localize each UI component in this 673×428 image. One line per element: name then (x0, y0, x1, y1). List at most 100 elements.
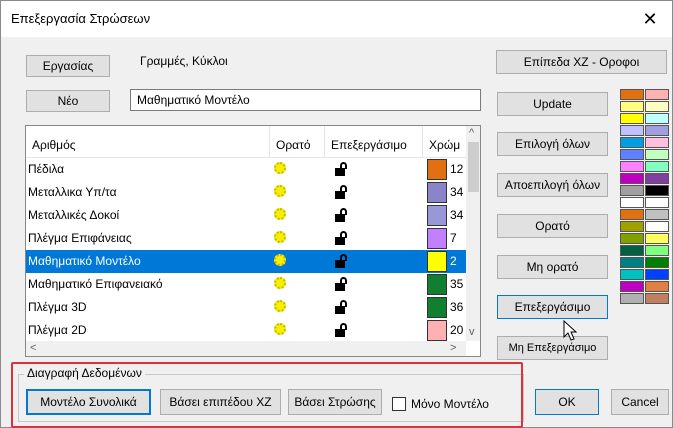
layer-color-swatch[interactable] (427, 297, 447, 318)
unlocked-padlock-icon[interactable] (335, 300, 347, 314)
table-row[interactable]: Πλέγμα Επιφάνειας 7 (26, 227, 466, 250)
visible-sun-icon[interactable] (274, 231, 286, 243)
palette-color-cell[interactable] (620, 89, 644, 100)
new-button[interactable]: Νέο (26, 90, 110, 112)
update-button[interactable]: Update (497, 92, 608, 116)
work-button[interactable]: Εργασίας (26, 55, 110, 77)
palette-color-cell[interactable] (620, 125, 644, 136)
palette-color-cell[interactable] (620, 137, 644, 148)
palette-color-cell[interactable] (620, 185, 644, 196)
palette-color-cell[interactable] (645, 149, 669, 160)
unlocked-padlock-icon[interactable] (335, 231, 347, 245)
column-header-editable[interactable]: Επεξεργάσιμο (325, 126, 423, 158)
table-row[interactable]: Μαθηματικό Επιφανειακό 35 (26, 273, 466, 296)
visible-sun-icon[interactable] (274, 162, 286, 174)
palette-color-cell[interactable] (620, 269, 644, 280)
cancel-button[interactable]: Cancel (611, 389, 669, 415)
palette-color-cell[interactable] (620, 197, 644, 208)
palette-color-cell[interactable] (645, 89, 669, 100)
table-row[interactable]: Μεταλλικα Υπ/τα 34 (26, 181, 466, 204)
not-editable-button[interactable]: Μη Επεξεργάσιμο (497, 336, 608, 360)
unlocked-padlock-icon[interactable] (335, 185, 347, 199)
layer-color-swatch[interactable] (427, 228, 447, 249)
palette-color-cell[interactable] (645, 137, 669, 148)
table-row[interactable]: Μεταλλικές Δοκοί 34 (26, 204, 466, 227)
visible-sun-icon[interactable] (274, 208, 286, 220)
horizontal-scrollbar[interactable]: < > (26, 341, 466, 356)
palette-color-cell[interactable] (645, 209, 669, 220)
palette-color-cell[interactable] (645, 257, 669, 268)
layer-color-swatch[interactable] (427, 251, 447, 272)
visible-sun-icon[interactable] (274, 254, 286, 266)
table-row[interactable]: Πλέγμα 2D 20 (26, 319, 466, 342)
scroll-right-icon[interactable]: > (450, 341, 456, 356)
table-row[interactable]: Μαθηματικό Μοντέλο 2 (26, 250, 466, 273)
palette-color-cell[interactable] (620, 233, 644, 244)
palette-color-cell[interactable] (620, 101, 644, 112)
table-row[interactable]: Πλέγμα 3D 36 (26, 296, 466, 319)
visible-sun-icon[interactable] (274, 300, 286, 312)
layer-name: Μεταλλικα Υπ/τα (28, 185, 117, 199)
palette-color-cell[interactable] (645, 221, 669, 232)
select-all-button[interactable]: Επιλογή όλων (497, 132, 608, 156)
layer-name: Πέδιλα (28, 162, 65, 176)
palette-color-cell[interactable] (645, 185, 669, 196)
layer-color-swatch[interactable] (427, 182, 447, 203)
scroll-down-icon[interactable]: v (469, 325, 475, 340)
color-palette[interactable] (620, 89, 672, 347)
xz-levels-button[interactable]: Επίπεδα ΧΖ - Οροφοι (496, 50, 667, 74)
palette-color-cell[interactable] (620, 221, 644, 232)
vertical-scroll-thumb[interactable] (468, 142, 479, 192)
visible-sun-icon[interactable] (274, 323, 286, 335)
deselect-all-button[interactable]: Αποεπιλογή όλων (497, 173, 608, 197)
layer-color-number: 20 (450, 323, 464, 337)
palette-color-cell[interactable] (645, 269, 669, 280)
close-icon[interactable]: ✕ (628, 1, 672, 37)
column-header-number[interactable]: Αριθμός (26, 126, 270, 158)
palette-color-cell[interactable] (645, 101, 669, 112)
editable-button[interactable]: Επεξεργάσιμο (497, 295, 608, 319)
layer-name-input[interactable]: Μαθηματικό Μοντέλο (130, 89, 481, 111)
palette-color-cell[interactable] (620, 209, 644, 220)
ok-button[interactable]: OK (535, 389, 599, 415)
palette-color-cell[interactable] (620, 173, 644, 184)
unlocked-padlock-icon[interactable] (335, 162, 347, 176)
palette-color-cell[interactable] (620, 281, 644, 292)
layer-color-swatch[interactable] (427, 205, 447, 226)
scroll-left-icon[interactable]: < (30, 341, 36, 356)
palette-color-cell[interactable] (645, 173, 669, 184)
palette-color-cell[interactable] (645, 161, 669, 172)
palette-color-cell[interactable] (645, 113, 669, 124)
layer-list[interactable]: Αριθμός Ορατό Επεξεργάσιμο Χρώμ Πέδιλα 12… (25, 125, 481, 357)
mouse-cursor-icon (563, 320, 577, 341)
column-header-visible[interactable]: Ορατό (270, 126, 325, 158)
visible-sun-icon[interactable] (274, 185, 286, 197)
not-visible-button[interactable]: Μη ορατό (497, 255, 608, 279)
unlocked-padlock-icon[interactable] (335, 208, 347, 222)
visible-button[interactable]: Ορατό (497, 214, 608, 238)
palette-color-cell[interactable] (620, 149, 644, 160)
palette-color-cell[interactable] (620, 113, 644, 124)
palette-color-cell[interactable] (645, 281, 669, 292)
layer-name: Πλέγμα Επιφάνειας (28, 231, 132, 245)
layer-color-swatch[interactable] (427, 159, 447, 180)
palette-color-cell[interactable] (620, 257, 644, 268)
unlocked-padlock-icon[interactable] (335, 323, 347, 337)
palette-color-cell[interactable] (645, 293, 669, 304)
palette-color-cell[interactable] (645, 125, 669, 136)
palette-color-cell[interactable] (620, 245, 644, 256)
scroll-up-icon[interactable]: ^ (469, 126, 474, 141)
palette-color-cell[interactable] (645, 245, 669, 256)
layer-color-swatch[interactable] (427, 320, 447, 341)
unlocked-padlock-icon[interactable] (335, 277, 347, 291)
palette-color-cell[interactable] (645, 233, 669, 244)
vertical-scrollbar[interactable]: ^ v (466, 126, 480, 341)
table-row[interactable]: Πέδιλα 12 (26, 158, 466, 181)
column-header-color[interactable]: Χρώμ (423, 126, 466, 158)
unlocked-padlock-icon[interactable] (335, 254, 347, 268)
palette-color-cell[interactable] (620, 293, 644, 304)
layer-color-swatch[interactable] (427, 274, 447, 295)
visible-sun-icon[interactable] (274, 277, 286, 289)
palette-color-cell[interactable] (645, 197, 669, 208)
palette-color-cell[interactable] (620, 161, 644, 172)
